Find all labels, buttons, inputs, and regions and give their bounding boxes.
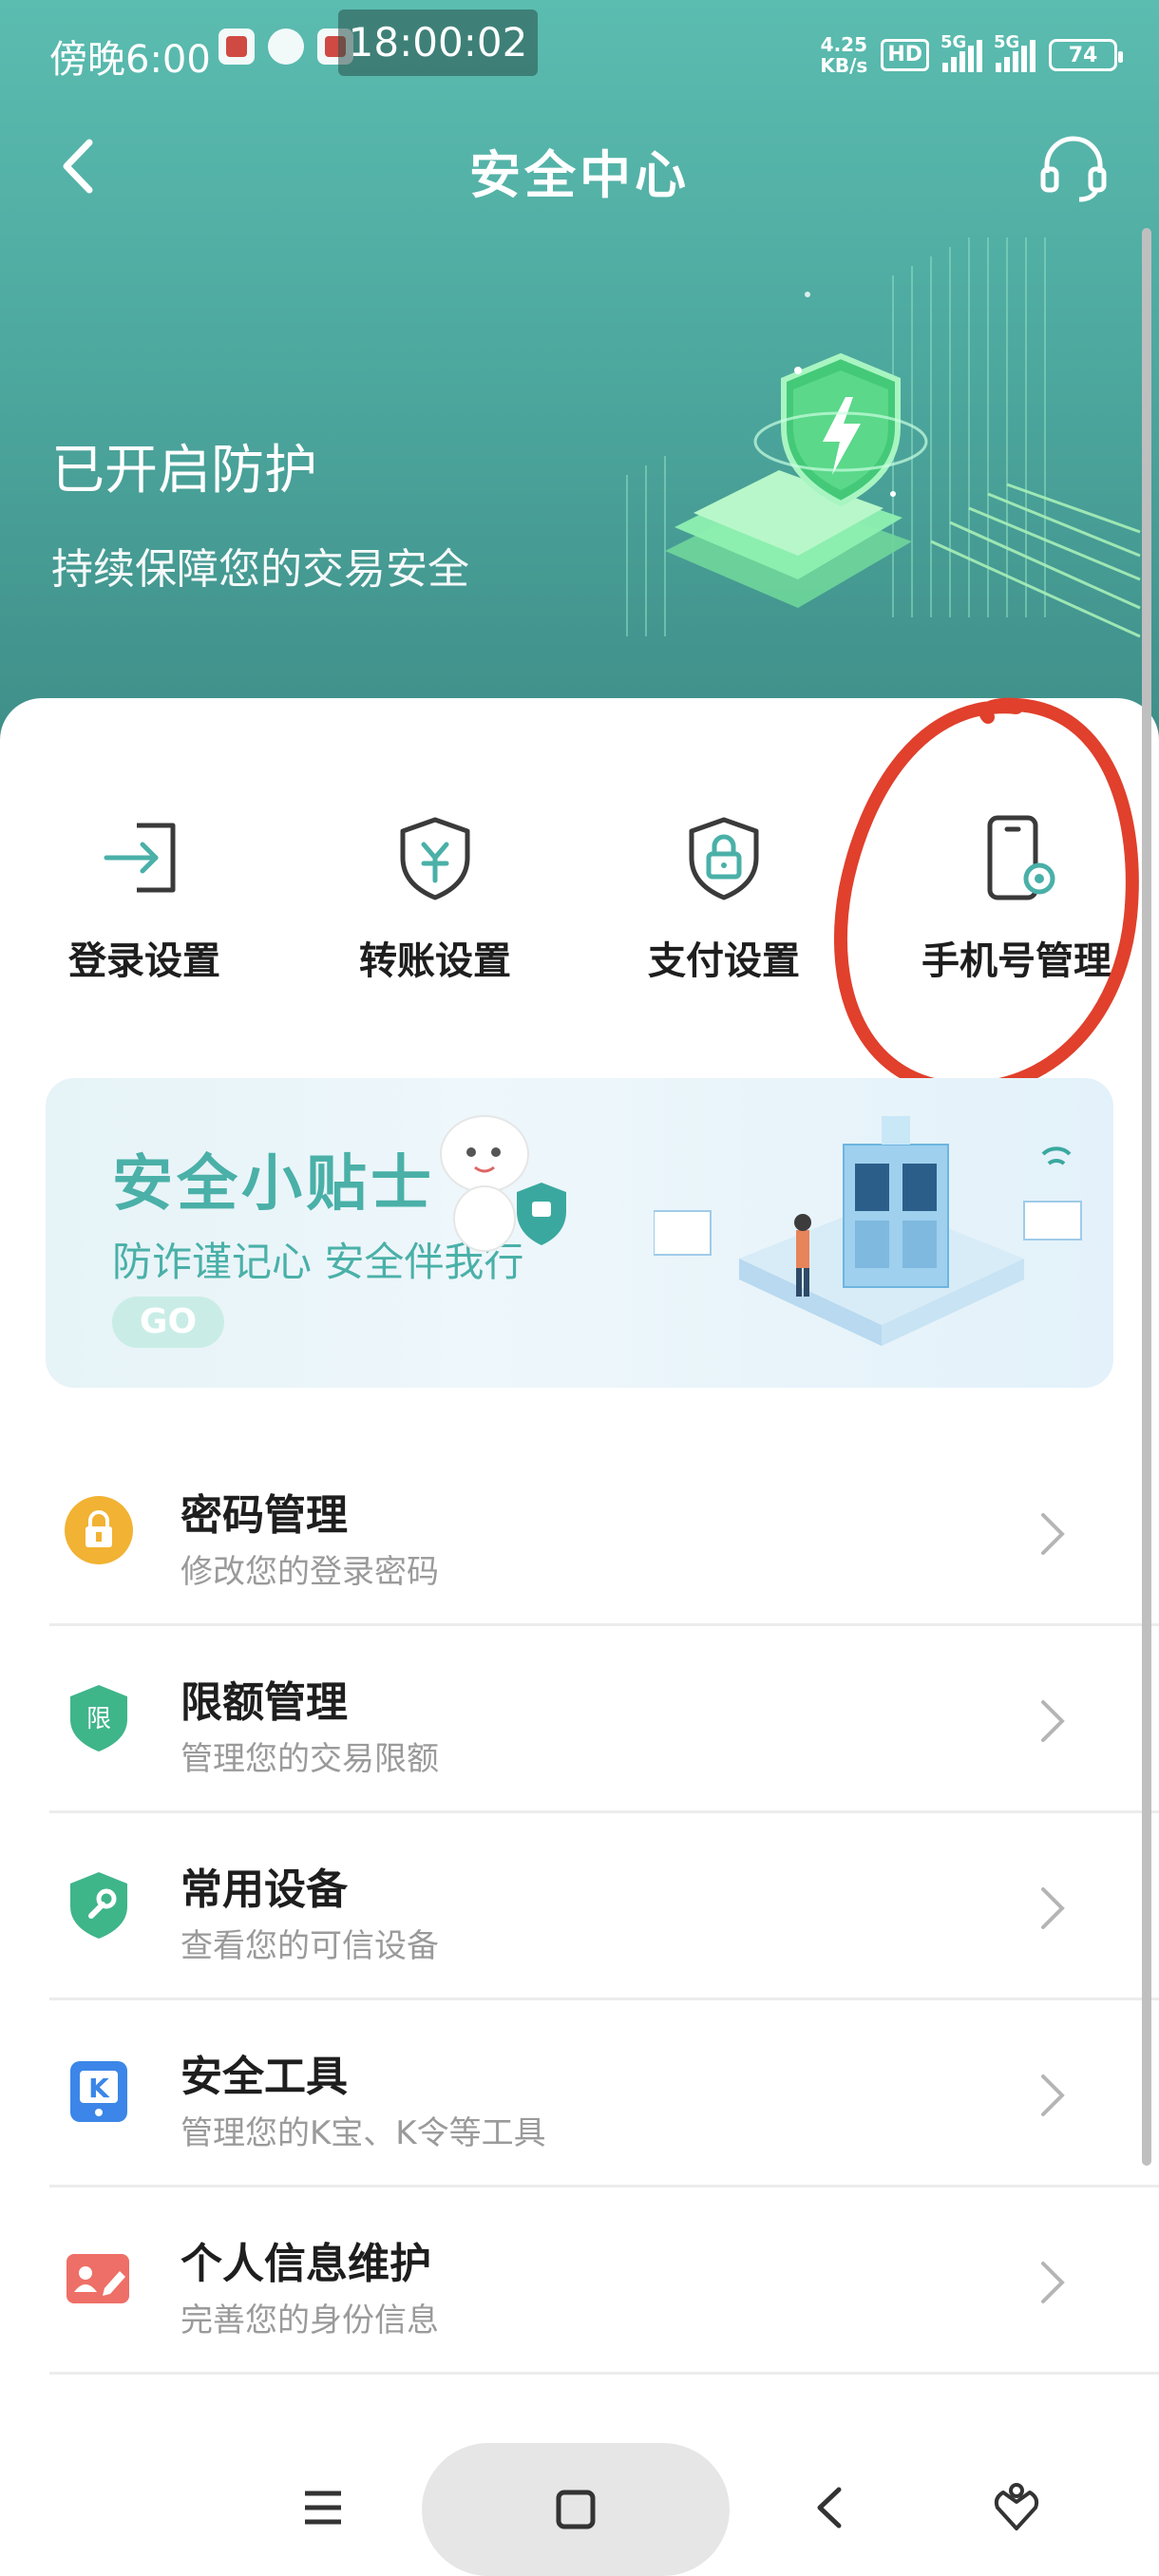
- quick-action-login-settings[interactable]: 登录设置: [21, 812, 268, 985]
- k-token-icon: K: [70, 2061, 127, 2122]
- chevron-right-icon: [1041, 2262, 1065, 2303]
- customer-service-button[interactable]: [1037, 131, 1110, 203]
- network-speed: 4.25 KB/s: [820, 33, 868, 77]
- padlock-icon: [65, 1496, 133, 1564]
- protection-title: 已开启防护: [51, 440, 317, 502]
- banner-title: 安全小贴士: [112, 1149, 435, 1220]
- annotation-circle: [833, 697, 1139, 1095]
- scrollbar[interactable]: [1142, 228, 1151, 2166]
- banner-go-button[interactable]: GO: [112, 1297, 224, 1348]
- page-title: 安全中心: [469, 145, 690, 205]
- signal-sim2-icon: 5G: [994, 32, 1036, 72]
- assistant-button[interactable]: [978, 2441, 1054, 2574]
- wrench-shield-icon: [70, 1872, 127, 1939]
- system-back-button[interactable]: [792, 2441, 868, 2574]
- menu-item-common-devices[interactable]: 常用设备 查看您的可信设备: [49, 1813, 1159, 2000]
- battery-icon: 74: [1049, 39, 1123, 71]
- menu-item-security-tools[interactable]: K 安全工具 管理您的K宝、K令等工具: [49, 2000, 1159, 2188]
- menu-item-personal-info[interactable]: 个人信息维护 完善您的身份信息: [49, 2188, 1159, 2375]
- hd-voice-icon: HD: [881, 39, 929, 71]
- svg-text:限: 限: [86, 1705, 111, 1733]
- floating-clock: 18:00:02: [338, 9, 538, 76]
- yuan-shield-icon: [400, 817, 470, 900]
- notification-icons: [218, 28, 353, 65]
- mascot-icon: [440, 1115, 566, 1252]
- status-indicators: 4.25 KB/s HD 5G 5G 74: [820, 32, 1123, 77]
- security-tips-banner[interactable]: 安全小贴士 防诈谨记心 安全伴我行 GO: [46, 1078, 1113, 1388]
- lock-shield-icon: [689, 817, 759, 900]
- news-app-icon: [218, 28, 255, 65]
- security-menu-list: 密码管理 修改您的登录密码 限 限额管理 管理您的交易限额 常用设备 查看您的可…: [0, 1439, 1159, 2375]
- menu-item-password-management[interactable]: 密码管理 修改您的登录密码: [49, 1439, 1159, 1626]
- menu-button[interactable]: [285, 2441, 361, 2574]
- protection-subtitle: 持续保障您的交易安全: [51, 545, 469, 594]
- server-security-illustration: [654, 1116, 1082, 1346]
- svg-text:K: K: [88, 2073, 110, 2104]
- signal-sim1-icon: 5G: [940, 32, 982, 72]
- chevron-right-icon: [1041, 1700, 1065, 1742]
- protection-status: 已开启防护 持续保障您的交易安全: [51, 427, 469, 596]
- menu-item-limit-management[interactable]: 限 限额管理 管理您的交易限额: [49, 1626, 1159, 1813]
- chevron-right-icon: [1041, 1513, 1065, 1555]
- status-bar: 傍晚6:00 18:00:02 4.25 KB/s HD 5G 5G 74: [0, 0, 1159, 104]
- security-shield-illustration: [626, 237, 1141, 638]
- limit-shield-icon: 限: [70, 1685, 127, 1752]
- hero-header: 傍晚6:00 18:00:02 4.25 KB/s HD 5G 5G 74 安全…: [0, 0, 1159, 741]
- square-icon: [556, 2490, 596, 2529]
- headset-icon: [1040, 136, 1107, 202]
- chevron-right-icon: [1041, 1887, 1065, 1929]
- assistant-icon: [994, 2483, 1039, 2530]
- quick-action-transfer-settings[interactable]: 转账设置: [312, 812, 559, 985]
- chevron-right-icon: [1041, 2074, 1065, 2116]
- hamburger-icon: [305, 2491, 341, 2525]
- login-icon: [104, 823, 176, 893]
- home-button[interactable]: [422, 2443, 730, 2576]
- chevron-left-icon: [817, 2487, 842, 2529]
- bank-app-icon: [268, 28, 304, 65]
- system-navigation-bar: [0, 2432, 1159, 2576]
- security-center-content: 登录设置 转账设置 支付设置 手机号管理 安全小贴士 防诈谨记心 安全伴我行 G…: [0, 697, 1159, 2576]
- nav-bar: 安全中心: [0, 104, 1159, 228]
- status-time: 傍晚6:00: [49, 38, 211, 82]
- id-card-icon: [66, 2254, 129, 2303]
